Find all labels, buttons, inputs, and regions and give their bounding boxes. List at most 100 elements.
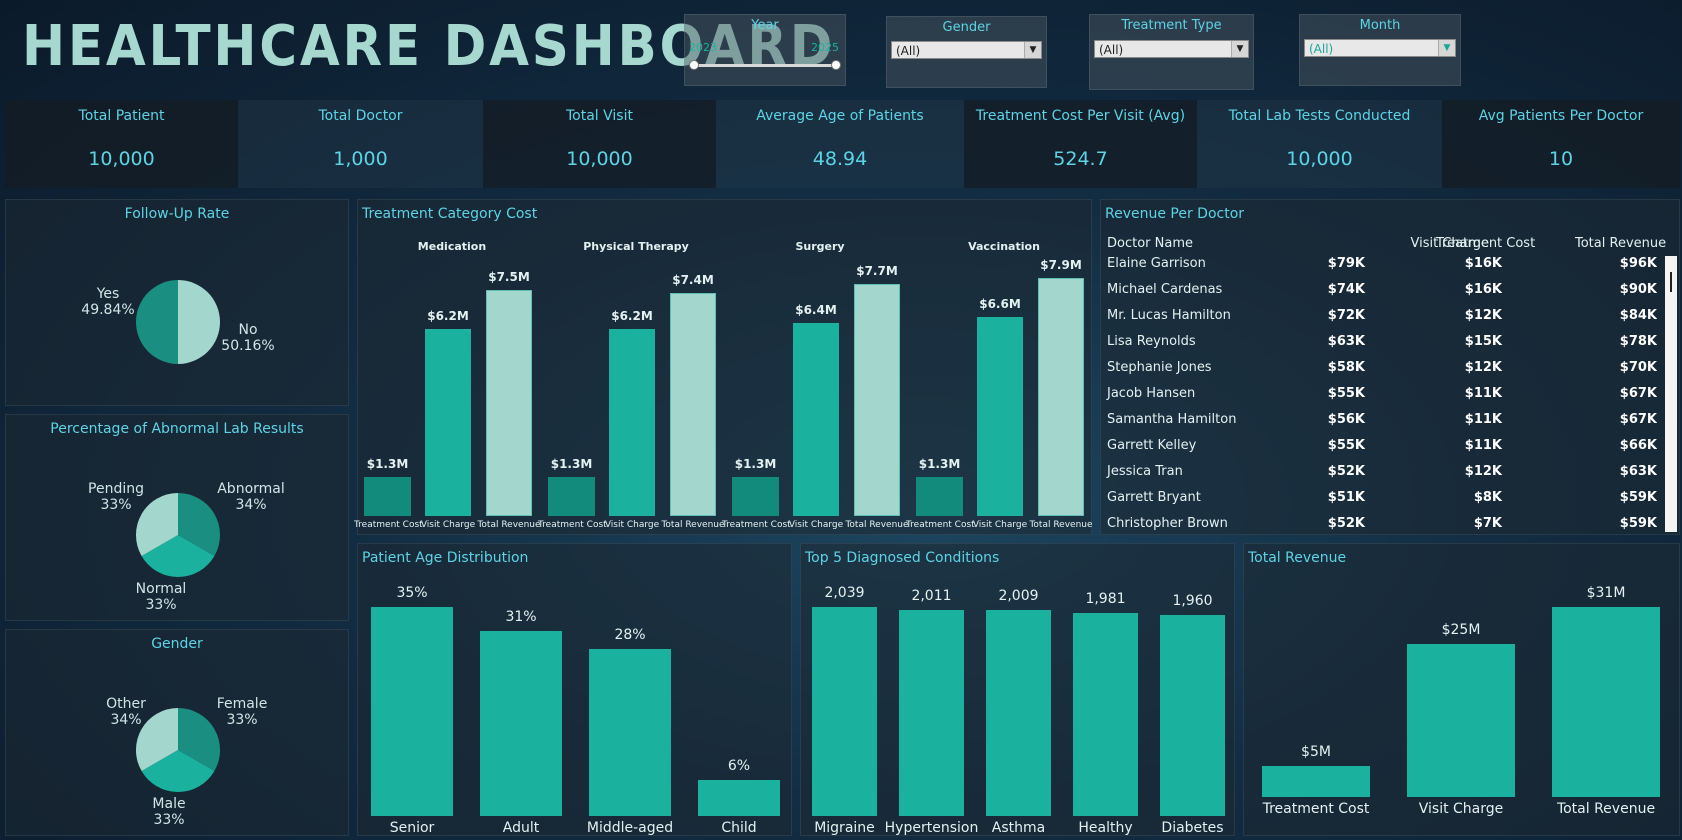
bar-medication-treatment-cost[interactable]: [364, 477, 411, 516]
bar-diabetes[interactable]: [1160, 615, 1225, 816]
bar-healthy[interactable]: [1073, 613, 1138, 816]
kpi-avg-patients-per-doctor: Avg Patients Per Doctor 10: [1442, 100, 1680, 188]
bar-surgery-treatment-cost[interactable]: [732, 477, 779, 516]
col-header-treatment-cost-2[interactable]: Treatment Cost: [1436, 236, 1535, 251]
table-row[interactable]: Jessica Tran $52K $12K $63K: [1101, 464, 1657, 490]
bar-physical-therapy-total-revenue[interactable]: [670, 293, 716, 516]
x-tick-label: Visit Charge: [604, 520, 660, 530]
revenue-table-body[interactable]: Elaine Garrison $79K $16K $96K Michael Carde…: [1101, 256, 1657, 532]
treatment-cost-cell: $8K: [1473, 490, 1502, 505]
chevron-down-icon[interactable]: ▼: [1438, 40, 1455, 56]
table-row[interactable]: Garrett Kelley $55K $11K $66K: [1101, 438, 1657, 464]
pie-slice-yes[interactable]: [136, 280, 178, 364]
table-row[interactable]: Mr. Lucas Hamilton $72K $12K $84K: [1101, 308, 1657, 334]
table-row[interactable]: Michael Cardenas $74K $16K $90K: [1101, 282, 1657, 308]
x-tick-label: Treatment Cost: [354, 520, 423, 530]
gender-filter-label: Gender: [942, 20, 991, 35]
x-tick-label: Total Revenue: [477, 520, 541, 530]
bar-hypertension[interactable]: [899, 610, 964, 816]
table-row[interactable]: Jacob Hansen $55K $11K $67K: [1101, 386, 1657, 412]
x-tick-label: Visit Charge: [788, 520, 844, 530]
bar-value-label: $7.9M: [1040, 258, 1082, 272]
treatment-cost-cell: $15K: [1464, 334, 1502, 349]
bar-value-label: $1.3M: [366, 457, 409, 471]
bar-medication-total-revenue[interactable]: [486, 290, 532, 516]
bar-vaccination-visit-charge[interactable]: [977, 317, 1023, 516]
slice-pct: 33%: [226, 712, 258, 728]
bar-vaccination-total-revenue[interactable]: [1038, 278, 1084, 516]
gender-dropdown[interactable]: (All) ▼: [891, 41, 1042, 59]
bar-physical-therapy-treatment-cost[interactable]: [548, 477, 595, 516]
year-slider-handle-end[interactable]: [831, 60, 841, 70]
bar-child[interactable]: [698, 780, 780, 816]
total-revenue-chart: $5M Treatment Cost $25M Visit Charge $31M Tot…: [1244, 544, 1681, 837]
table-row[interactable]: Elaine Garrison $79K $16K $96K: [1101, 256, 1657, 282]
bar-middle-aged[interactable]: [589, 649, 671, 816]
bar-surgery-total-revenue[interactable]: [854, 284, 900, 516]
year-filter[interactable]: Year 2023 2025: [684, 14, 846, 86]
month-filter[interactable]: Month (All) ▼: [1299, 14, 1461, 86]
doctor-name: Garrett Bryant: [1107, 490, 1201, 505]
slice-name: Other: [106, 696, 146, 712]
table-scrollbar[interactable]: [1665, 256, 1677, 532]
doctor-name: Samantha Hamilton: [1107, 412, 1237, 427]
pie-label-yes: Yes 49.84%: [78, 286, 138, 318]
table-row[interactable]: Stephanie Jones $58K $12K $70K: [1101, 360, 1657, 386]
bar-treatment-cost[interactable]: [1262, 766, 1370, 797]
slice-pct: 33%: [153, 812, 185, 828]
month-filter-label: Month: [1359, 18, 1401, 33]
table-row[interactable]: Christopher Brown $52K $7K $59K: [1101, 516, 1657, 532]
pie-slice-no[interactable]: [178, 280, 220, 364]
total-revenue-cell: $78K: [1619, 334, 1657, 349]
col-header-total-revenue[interactable]: Total Revenue: [1575, 236, 1666, 251]
bar-asthma[interactable]: [986, 610, 1051, 816]
bar-senior[interactable]: [371, 607, 453, 816]
treatment-cost-cell: $11K: [1464, 412, 1502, 427]
slice-pct: 33%: [145, 597, 177, 613]
bar-adult[interactable]: [480, 631, 562, 816]
month-dropdown[interactable]: (All) ▼: [1304, 39, 1456, 57]
year-max-label: 2025: [811, 41, 839, 54]
kpi-total-doctor: Total Doctor 1,000: [238, 100, 483, 188]
bar-surgery-visit-charge[interactable]: [793, 323, 839, 516]
visit-charge-cell: $51K: [1327, 490, 1365, 505]
bar-vaccination-treatment-cost[interactable]: [916, 477, 963, 516]
bar-value-label: 31%: [505, 609, 537, 625]
chevron-down-icon[interactable]: ▼: [1024, 42, 1041, 58]
slice-name: Normal: [135, 581, 187, 597]
col-header-doctor-name[interactable]: Doctor Name: [1107, 236, 1193, 251]
slice-pct: 50.16%: [221, 338, 275, 354]
group-label-surgery: Surgery: [795, 240, 845, 253]
pie-label-male: Male 33%: [139, 796, 199, 828]
year-slider-track[interactable]: [693, 64, 835, 67]
doctor-name: Lisa Reynolds: [1107, 334, 1196, 349]
kpi-label: Total Lab Tests Conducted: [1228, 108, 1411, 124]
doctor-name: Michael Cardenas: [1107, 282, 1223, 297]
doctor-name: Jacob Hansen: [1107, 386, 1196, 401]
bar-value-label: $1.3M: [550, 457, 593, 471]
bar-total-revenue[interactable]: [1552, 607, 1660, 797]
kpi-value: 48.94: [812, 148, 868, 170]
gender-filter[interactable]: Gender (All) ▼: [886, 16, 1047, 88]
table-row[interactable]: Garrett Bryant $51K $8K $59K: [1101, 490, 1657, 516]
kpi-label: Total Patient: [78, 108, 165, 124]
treatment-type-filter[interactable]: Treatment Type (All) ▼: [1089, 14, 1254, 90]
table-row[interactable]: Lisa Reynolds $63K $15K $78K: [1101, 334, 1657, 360]
bar-visit-charge[interactable]: [1407, 644, 1515, 797]
year-slider-handle-start[interactable]: [689, 60, 699, 70]
scrollbar-thumb[interactable]: [1670, 272, 1672, 292]
slice-name: Male: [152, 796, 186, 812]
bar-medication-visit-charge[interactable]: [425, 329, 471, 516]
bar-physical-therapy-visit-charge[interactable]: [609, 329, 655, 516]
chevron-down-icon[interactable]: ▼: [1231, 41, 1248, 57]
table-row[interactable]: Samantha Hamilton $56K $11K $67K: [1101, 412, 1657, 438]
bar-migraine[interactable]: [812, 607, 877, 816]
bar-value-label: $7.5M: [488, 270, 530, 284]
slice-name: Yes: [96, 286, 120, 302]
treatment-type-dropdown[interactable]: (All) ▼: [1094, 40, 1249, 58]
bar-value-label: 6%: [727, 758, 751, 774]
pie-label-other: Other 34%: [96, 696, 156, 728]
slice-name: Female: [216, 696, 268, 712]
follow-up-rate-title: Follow-Up Rate: [124, 206, 230, 222]
follow-up-rate-panel: Follow-Up Rate Yes 49.84% No 50.16%: [5, 199, 349, 406]
